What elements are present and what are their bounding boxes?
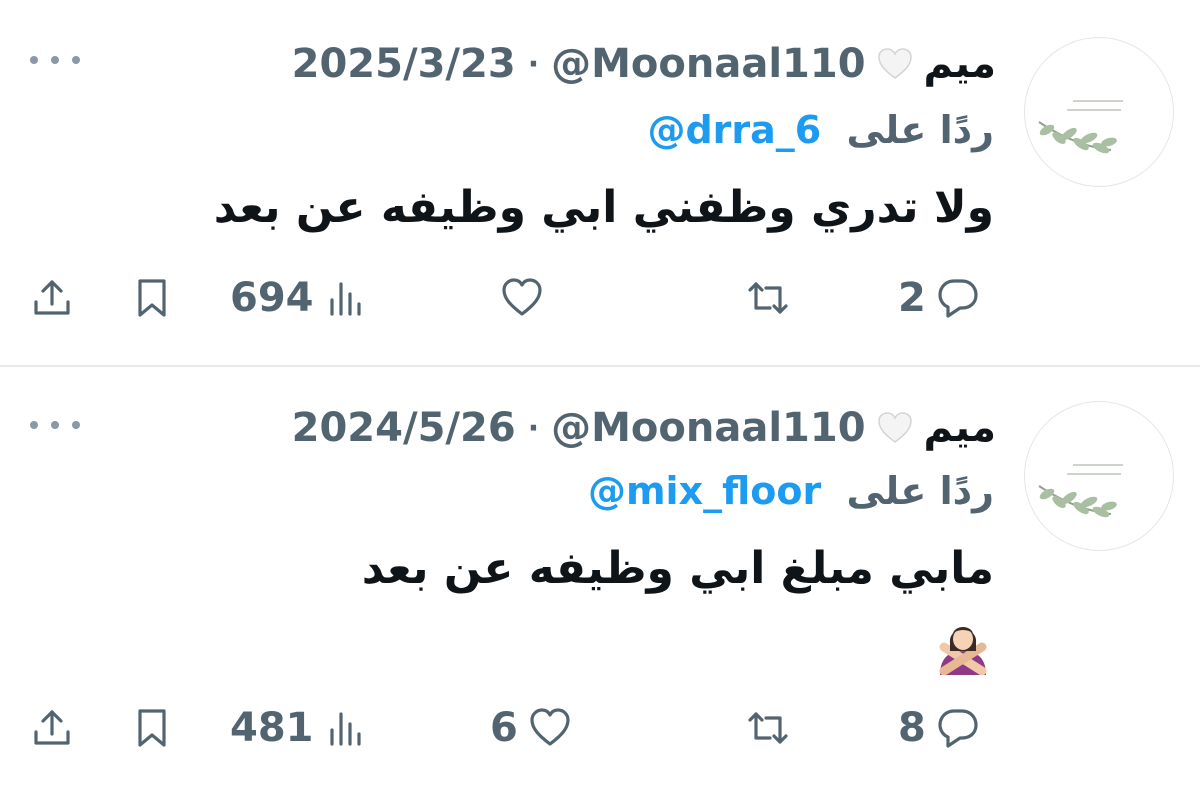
- tweet-text: مابي مبلغ ابي وظيفه عن بعد: [361, 543, 994, 594]
- author-name[interactable]: ميم: [924, 405, 996, 451]
- reply-label: ردًا على: [846, 469, 994, 513]
- bookmark-icon: [138, 279, 166, 317]
- tweet-text: ولا تدري وظفني ابي وظيفه عن بعد: [213, 182, 994, 233]
- reply-context: ردًا على @mix_floor: [588, 469, 994, 513]
- views-button[interactable]: 481: [230, 698, 368, 758]
- author-handle[interactable]: @Moonaal110: [551, 405, 865, 451]
- reply-mention-link[interactable]: @drra_6: [647, 108, 821, 152]
- tweet-header: ميم @Moonaal110 · 2024/5/26: [292, 398, 996, 458]
- share-icon: [34, 710, 70, 745]
- like-button[interactable]: 6: [490, 698, 572, 758]
- bookmark-icon: [138, 709, 166, 747]
- reply-button[interactable]: 8: [898, 698, 980, 758]
- share-icon: [34, 280, 70, 315]
- reply-mention-link[interactable]: @mix_floor: [588, 469, 821, 513]
- reply-context: ردًا على @drra_6: [647, 108, 994, 152]
- reply-label: ردًا على: [846, 108, 994, 152]
- reply-count: 8: [898, 705, 926, 751]
- like-icon: [530, 708, 570, 746]
- like-icon: [502, 278, 542, 316]
- views-button[interactable]: 694: [230, 268, 368, 328]
- tweet-date[interactable]: 2024/5/26: [292, 405, 516, 451]
- tweet[interactable]: ميم @Moonaal110 · 2025/3/23 ردًا على @dr…: [0, 0, 1200, 366]
- action-bar: 694 2: [0, 268, 1200, 328]
- retweet-icon: [748, 282, 788, 314]
- separator: ·: [527, 410, 540, 446]
- tweet-date[interactable]: 2025/3/23: [292, 41, 516, 87]
- share-button[interactable]: [30, 268, 74, 328]
- like-count: 6: [490, 705, 518, 751]
- retweet-icon: [748, 712, 788, 744]
- reply-button[interactable]: 2: [898, 268, 980, 328]
- reply-icon: [938, 279, 978, 318]
- bookmark-button[interactable]: [130, 698, 174, 758]
- white-heart-icon: [877, 412, 912, 444]
- retweet-button[interactable]: [736, 268, 790, 328]
- action-bar: 481 6 8: [0, 698, 1200, 758]
- tweet[interactable]: ميم @Moonaal110 · 2024/5/26 ردًا على @mi…: [0, 367, 1200, 807]
- person-gesturing-no-icon: [934, 617, 994, 677]
- avatar[interactable]: [1024, 37, 1174, 187]
- view-count: 481: [230, 705, 314, 751]
- retweet-button[interactable]: [736, 698, 790, 758]
- tweet-header: ميم @Moonaal110 · 2025/3/23: [292, 34, 996, 94]
- like-button[interactable]: [490, 268, 544, 328]
- more-horizontal-icon[interactable]: [30, 50, 80, 70]
- author-handle[interactable]: @Moonaal110: [551, 41, 865, 87]
- views-icon: [329, 282, 361, 316]
- share-button[interactable]: [30, 698, 74, 758]
- reply-icon: [938, 709, 978, 748]
- bookmark-button[interactable]: [130, 268, 174, 328]
- avatar[interactable]: [1024, 401, 1174, 551]
- author-name[interactable]: ميم: [924, 41, 996, 87]
- separator: ·: [527, 46, 540, 82]
- white-heart-icon: [877, 48, 912, 80]
- views-icon: [329, 712, 361, 746]
- more-horizontal-icon[interactable]: [30, 415, 80, 435]
- reply-count: 2: [898, 275, 926, 321]
- view-count: 694: [230, 275, 314, 321]
